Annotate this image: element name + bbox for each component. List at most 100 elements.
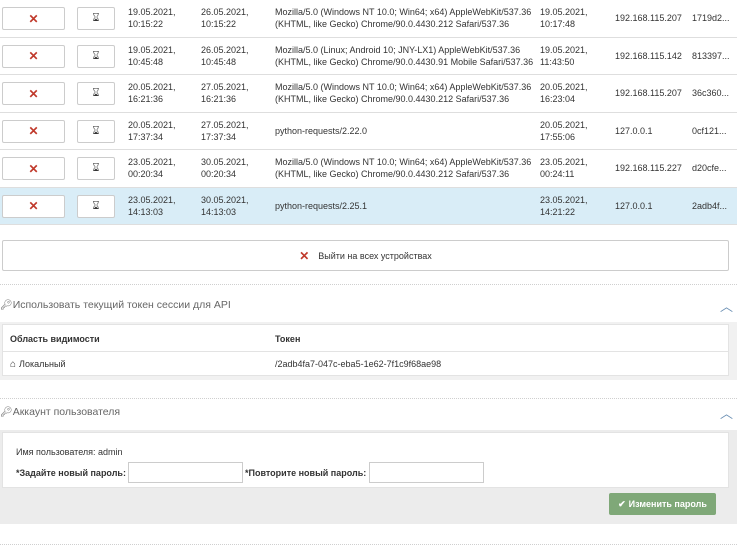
created-cell: 20.05.2021, 16:21:36	[128, 75, 198, 112]
created-cell: 19.05.2021, 10:15:22	[128, 0, 198, 37]
change-password-button[interactable]: ✔ Изменить пароль	[609, 493, 716, 515]
last-time: 14:21:22	[540, 206, 576, 217]
times-icon: ✕	[28, 199, 39, 213]
expires-date: 26.05.2021,	[201, 7, 249, 18]
session-id-cell: d20cfe...	[692, 163, 727, 174]
divider	[0, 284, 737, 285]
ip-cell: 192.168.115.142	[615, 50, 682, 61]
last-date: 23.05.2021,	[540, 194, 588, 205]
remove-session-button[interactable]: ✕	[2, 44, 65, 68]
user-agent-cell: python-requests/2.22.0	[275, 113, 537, 150]
session-row: ✕ ⌛︎ 20.05.2021, 16:21:36 27.05.2021, 16:2…	[0, 75, 737, 113]
user-agent-line-1: Mozilla/5.0 (Windows NT 10.0; Win64; x64…	[275, 7, 532, 18]
hourglass-icon: ⌛︎	[92, 12, 100, 24]
key-icon: 🔑︎	[0, 406, 13, 418]
remove-session-button[interactable]: ✕	[2, 119, 65, 143]
expires-cell: 26.05.2021, 10:45:48	[201, 38, 271, 75]
key-icon: 🔑︎	[0, 299, 13, 311]
last-date: 19.05.2021,	[540, 7, 588, 18]
last-activity-cell: 19.05.2021, 10:17:48	[540, 0, 612, 37]
extend-session-button[interactable]: ⌛︎	[77, 7, 115, 30]
extend-session-button[interactable]: ⌛︎	[77, 44, 115, 68]
divider	[0, 398, 737, 399]
last-activity-cell: 19.05.2021, 11:43:50	[540, 38, 612, 75]
expires-cell: 30.05.2021, 14:13:03	[201, 188, 271, 225]
repeat-password-field[interactable]	[369, 462, 484, 483]
ip-cell: 192.168.115.207	[615, 13, 682, 24]
session-id-cell: 813397...	[692, 50, 730, 61]
remove-session-button[interactable]: ✕	[2, 7, 65, 30]
remove-session-button[interactable]: ✕	[2, 82, 65, 105]
ip-cell: 127.0.0.1	[615, 200, 653, 211]
created-time: 17:37:34	[128, 131, 164, 142]
session-id-cell: 0cf121...	[692, 125, 727, 136]
chevron-up-icon[interactable]: ︿	[720, 296, 733, 315]
created-date: 19.05.2021,	[128, 44, 176, 55]
user-agent-line-1: python-requests/2.22.0	[275, 125, 368, 136]
session-row: ✕ ⌛︎ 19.05.2021, 10:45:48 26.05.2021, 10:4…	[0, 37, 737, 75]
user-agent-cell: python-requests/2.25.1	[275, 188, 537, 225]
created-date: 20.05.2021,	[128, 119, 176, 130]
user-agent-line-1: Mozilla/5.0 (Linux; Android 10; JNY-LX1)…	[275, 44, 521, 55]
session-row: ✕ ⌛︎ 20.05.2021, 17:37:34 27.05.2021, 17:3…	[0, 112, 737, 150]
expires-cell: 26.05.2021, 10:15:22	[201, 0, 271, 37]
times-icon: ✕	[28, 124, 39, 138]
divider	[0, 544, 737, 545]
user-agent-cell: Mozilla/5.0 (Windows NT 10.0; Win64; x64…	[275, 0, 537, 37]
hourglass-icon: ⌛︎	[92, 124, 100, 137]
user-agent-cell: Mozilla/5.0 (Windows NT 10.0; Win64; x64…	[275, 75, 537, 112]
api-token-title: Использовать текущий токен сессии для AP…	[12, 299, 231, 311]
logout-all-label: Выйти на всех устройствах	[318, 250, 432, 261]
api-token-table: Область видимости Токен ⌂ Локальный /2ad…	[0, 322, 737, 380]
remove-session-button[interactable]: ✕	[2, 194, 65, 218]
chevron-up-icon[interactable]: ︿	[720, 403, 733, 422]
expires-date: 27.05.2021,	[201, 82, 249, 93]
home-icon: ⌂	[10, 358, 17, 370]
user-agent-cell: Mozilla/5.0 (Linux; Android 10; JNY-LX1)…	[275, 38, 537, 75]
new-password-field[interactable]	[128, 462, 243, 483]
last-time: 11:43:50	[540, 56, 575, 67]
created-cell: 23.05.2021, 00:20:34	[128, 150, 198, 187]
extend-session-button[interactable]: ⌛︎	[77, 157, 115, 180]
user-agent-line-2: (KHTML, like Gecko) Chrome/90.0.4430.212…	[275, 94, 510, 105]
last-time: 17:55:06	[540, 131, 576, 142]
expires-date: 30.05.2021,	[201, 194, 249, 205]
token-table-header: Область видимости Токен	[3, 325, 728, 352]
logout-all-devices-button[interactable]: ✕ Выйти на всех устройствах	[2, 240, 729, 271]
token-value: /2adb4fa7-047c-eba5-1e62-7f1c9f68ae98	[275, 359, 442, 369]
expires-date: 26.05.2021,	[201, 44, 249, 55]
expires-time: 10:15:22	[201, 19, 237, 30]
token-header: Токен	[275, 333, 301, 344]
created-date: 23.05.2021,	[128, 157, 176, 168]
last-date: 20.05.2021,	[540, 119, 588, 130]
created-date: 20.05.2021,	[128, 82, 176, 93]
session-row: ✕ ⌛︎ 19.05.2021, 10:15:22 26.05.2021, 10:1…	[0, 0, 737, 38]
hourglass-icon: ⌛︎	[92, 87, 100, 99]
expires-date: 27.05.2021,	[201, 119, 249, 130]
user-agent-line-1: Mozilla/5.0 (Windows NT 10.0; Win64; x64…	[275, 157, 532, 168]
username-value: admin	[98, 447, 123, 457]
remove-session-button[interactable]: ✕	[2, 157, 65, 180]
times-icon: ✕	[299, 248, 310, 263]
session-id-cell: 1719d2...	[692, 13, 730, 24]
last-date: 23.05.2021,	[540, 157, 588, 168]
created-time: 16:21:36	[128, 94, 164, 105]
account-panel-header[interactable]: 🔑︎ Аккаунт пользователя ︿	[0, 400, 737, 424]
extend-session-button[interactable]: ⌛︎	[77, 119, 115, 143]
extend-session-button[interactable]: ⌛︎	[77, 82, 115, 105]
created-date: 23.05.2021,	[128, 194, 176, 205]
created-cell: 19.05.2021, 10:45:48	[128, 38, 198, 75]
extend-session-button[interactable]: ⌛︎	[77, 194, 115, 218]
hourglass-icon: ⌛︎	[92, 49, 100, 62]
times-icon: ✕	[28, 161, 39, 176]
token-row: ⌂ Локальный /2adb4fa7-047c-eba5-1e62-7f1…	[3, 352, 728, 376]
user-agent-line-2: (KHTML, like Gecko) Chrome/90.0.4430.212…	[275, 19, 510, 30]
username-line: Имя пользователя: admin	[16, 447, 123, 457]
created-cell: 20.05.2021, 17:37:34	[128, 113, 198, 150]
created-time: 14:13:03	[128, 206, 164, 217]
last-date: 19.05.2021,	[540, 44, 588, 55]
times-icon: ✕	[28, 49, 39, 63]
last-time: 10:17:48	[540, 19, 576, 30]
created-date: 19.05.2021,	[128, 7, 176, 18]
api-token-panel-header[interactable]: 🔑︎ Использовать текущий токен сессии для…	[0, 293, 737, 317]
